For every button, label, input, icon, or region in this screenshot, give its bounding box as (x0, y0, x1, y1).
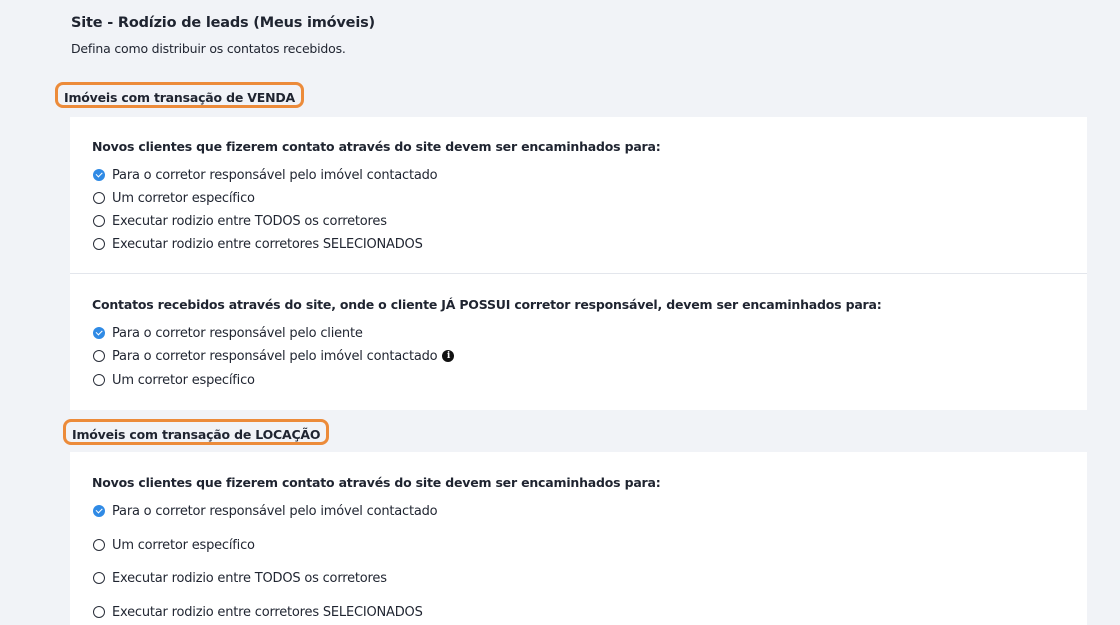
radio-checked-icon[interactable] (93, 169, 105, 181)
venda-existentes-option-corretor-especifico[interactable]: Um corretor específico (93, 372, 255, 388)
radio-icon[interactable] (93, 572, 105, 584)
venda-card (70, 117, 1087, 410)
venda-novos-option-corretor-especifico[interactable]: Um corretor específico (93, 190, 255, 206)
venda-existentes-option-responsavel-imovel[interactable]: Para o corretor responsável pelo imóvel … (93, 348, 455, 364)
option-label: Para o corretor responsável pelo imóvel … (112, 348, 438, 364)
option-label: Para o corretor responsável pelo imóvel … (112, 167, 438, 183)
venda-existentes-question: Contatos recebidos através do site, onde… (92, 297, 882, 312)
page-subtitle: Defina como distribuir os contatos receb… (71, 41, 346, 56)
option-label: Um corretor específico (112, 537, 255, 553)
option-label: Para o corretor responsável pelo cliente (112, 325, 363, 341)
venda-divider (70, 273, 1087, 274)
venda-novos-option-rodizio-selecionados[interactable]: Executar rodizio entre corretores SELECI… (93, 236, 423, 252)
option-label: Executar rodizio entre corretores SELECI… (112, 604, 423, 620)
locacao-novos-option-responsavel-imovel[interactable]: Para o corretor responsável pelo imóvel … (93, 503, 438, 519)
option-label: Para o corretor responsável pelo imóvel … (112, 503, 438, 519)
radio-icon[interactable] (93, 192, 105, 204)
radio-icon[interactable] (93, 374, 105, 386)
radio-icon[interactable] (93, 215, 105, 227)
locacao-novos-question: Novos clientes que fizerem contato atrav… (92, 475, 661, 490)
option-label: Executar rodizio entre corretores SELECI… (112, 236, 423, 252)
section-header-locacao: Imóveis com transação de LOCAÇÃO (63, 419, 330, 445)
option-label: Executar rodizio entre TODOS os corretor… (112, 570, 387, 586)
radio-icon[interactable] (93, 350, 105, 362)
locacao-novos-option-rodizio-selecionados[interactable]: Executar rodizio entre corretores SELECI… (93, 604, 423, 620)
info-icon[interactable]: i (442, 350, 455, 362)
radio-icon[interactable] (93, 606, 105, 618)
section-header-venda: Imóveis com transação de VENDA (55, 82, 304, 108)
venda-novos-option-rodizio-todos[interactable]: Executar rodizio entre TODOS os corretor… (93, 213, 387, 229)
radio-icon[interactable] (93, 238, 105, 250)
option-label: Um corretor específico (112, 372, 255, 388)
locacao-novos-option-rodizio-todos[interactable]: Executar rodizio entre TODOS os corretor… (93, 570, 387, 586)
page-title: Site - Rodízio de leads (Meus imóveis) (71, 15, 375, 31)
venda-existentes-option-responsavel-cliente[interactable]: Para o corretor responsável pelo cliente (93, 325, 363, 341)
radio-icon[interactable] (93, 539, 105, 551)
venda-novos-question: Novos clientes que fizerem contato atrav… (92, 139, 661, 154)
venda-novos-option-responsavel-imovel[interactable]: Para o corretor responsável pelo imóvel … (93, 167, 438, 183)
locacao-novos-option-corretor-especifico[interactable]: Um corretor específico (93, 537, 255, 553)
radio-checked-icon[interactable] (93, 327, 105, 339)
radio-checked-icon[interactable] (93, 505, 105, 517)
option-label: Executar rodizio entre TODOS os corretor… (112, 213, 387, 229)
option-label: Um corretor específico (112, 190, 255, 206)
